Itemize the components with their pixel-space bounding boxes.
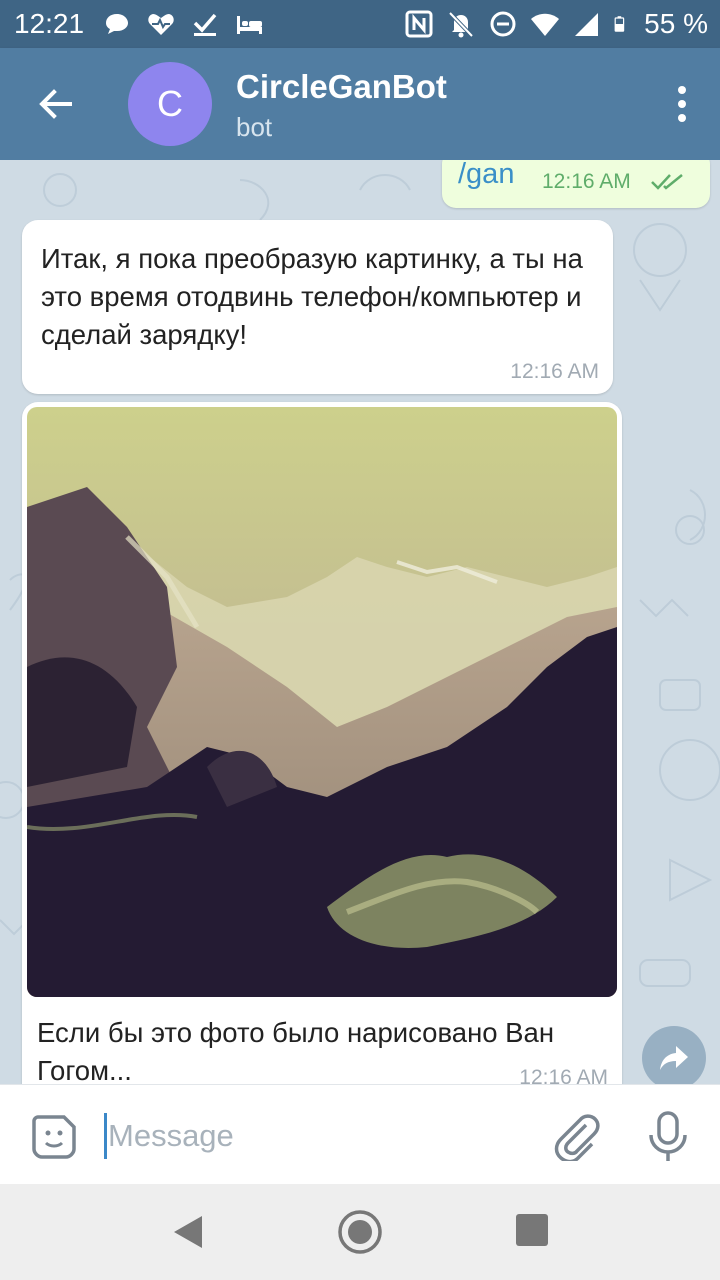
do-not-disturb-icon [490, 11, 516, 37]
incoming-message[interactable]: Итак, я пока преобразую картинку, а ты н… [22, 220, 613, 394]
paperclip-icon[interactable] [552, 1111, 600, 1161]
back-arrow-icon[interactable] [34, 82, 78, 126]
photo-caption: Если бы это фото было нарисовано Ван Гог… [37, 1017, 555, 1084]
message-time: 12:16 AM [519, 1066, 608, 1084]
status-bar: 12:21 55 % [0, 0, 720, 48]
message-time: 12:16 AM [542, 170, 631, 193]
outgoing-message[interactable]: /gan 12:16 AM [442, 160, 710, 208]
avatar-letter: C [157, 83, 183, 124]
more-vertical-icon[interactable] [676, 84, 688, 124]
chat-title[interactable]: CircleGanBot [236, 68, 447, 106]
microphone-icon[interactable] [646, 1111, 690, 1163]
notification-icons [102, 10, 264, 38]
chat-subtitle: bot [236, 112, 273, 142]
mountain-painting [27, 407, 617, 997]
sticker-emoji-icon[interactable] [30, 1113, 78, 1161]
chat-area[interactable]: /gan 12:16 AM Итак, я пока преобразую ка… [0, 160, 720, 1084]
avatar[interactable]: C [128, 62, 212, 146]
share-button[interactable] [642, 1026, 706, 1084]
checkmark-icon [193, 13, 217, 36]
heart-pulse-icon [148, 14, 174, 35]
share-arrow-icon [660, 1046, 688, 1070]
status-time: 12:21 [14, 8, 85, 39]
battery-percent: 55 % [644, 8, 708, 39]
nav-recents-icon[interactable] [516, 1214, 548, 1246]
nfc-icon [405, 10, 433, 38]
message-input[interactable] [108, 1109, 528, 1163]
chat-header: C CircleGanBot bot [0, 48, 720, 160]
system-icons: 55 % [404, 8, 708, 40]
wifi-icon [531, 13, 560, 36]
double-check-icon [651, 174, 683, 190]
incoming-photo-message[interactable]: Если бы это фото было нарисовано Ван Гог… [22, 402, 622, 1084]
message-time: 12:16 AM [510, 360, 599, 383]
system-navigation-bar [0, 1184, 720, 1280]
nav-home-icon[interactable] [336, 1208, 384, 1256]
bed-icon [237, 16, 262, 34]
chat-bubble-icon [106, 14, 128, 34]
stylized-landscape-photo[interactable] [27, 407, 617, 997]
message-text: Итак, я пока преобразую картинку, а ты н… [41, 243, 583, 350]
battery-icon [614, 16, 625, 32]
signal-icon [575, 13, 599, 36]
message-composer [0, 1084, 720, 1184]
nav-back-icon[interactable] [170, 1212, 206, 1252]
text-cursor [104, 1113, 107, 1159]
bell-off-icon [448, 11, 474, 38]
command-link[interactable]: /gan [458, 160, 514, 191]
